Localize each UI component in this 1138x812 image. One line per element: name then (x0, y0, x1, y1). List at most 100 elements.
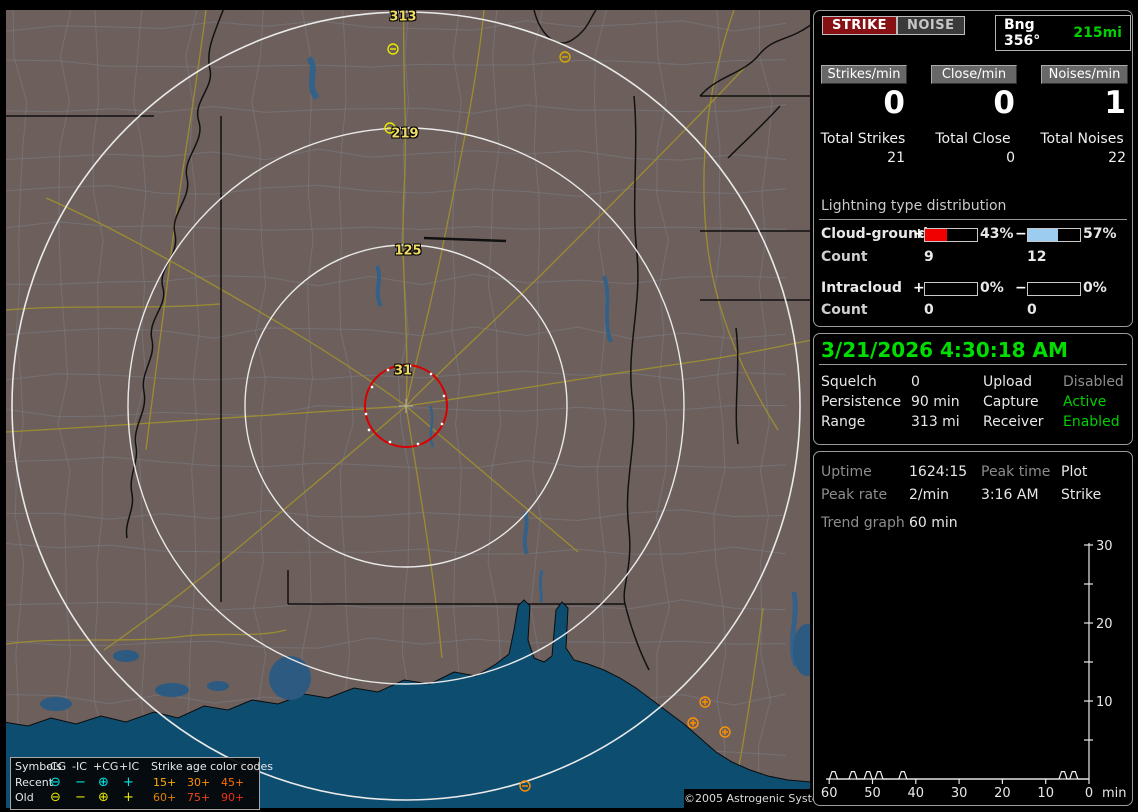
total-close-value: 0 (1006, 150, 1015, 166)
datetime-display: 3/21/2026 4:30:18 AM (821, 338, 1068, 362)
noise-dot (440, 422, 444, 426)
capture-label: Capture (983, 394, 1039, 410)
old-ncg-icon: ⊖ (50, 790, 61, 805)
ic-neg-count: 0 (1027, 302, 1037, 318)
map-legend: Symbols -CG -IC +CG +IC Strike age color… (10, 757, 273, 810)
trend-line (827, 771, 1089, 780)
total-noises-label: Total Noises (1040, 131, 1124, 147)
total-strikes-value: 21 (887, 150, 905, 166)
lightning-map[interactable]: 313 219 125 31 Symbols -CG -IC +CG +IC Stri… (6, 10, 835, 810)
total-strikes-label: Total Strikes (820, 131, 906, 147)
legend-row-recent: Recent (15, 776, 54, 789)
noise-toggle-button[interactable]: NOISE (897, 16, 965, 35)
cg-plus-sign: + (913, 226, 925, 242)
svg-text:10: 10 (1037, 786, 1054, 801)
strikes-per-min-value: 0 (883, 85, 905, 121)
legend-col-pcg: +CG (93, 760, 119, 773)
distribution-divider (819, 219, 1127, 220)
status-panel: 3/21/2026 4:30:18 AM Squelch 0 Upload Di… (813, 333, 1133, 445)
legend-col-ncg: -CG (46, 760, 67, 773)
map-canvas[interactable] (6, 10, 810, 808)
ic-pos-count: 0 (924, 302, 934, 318)
cg-neg-pct: 57% (1083, 226, 1117, 242)
ic-minus-sign: − (1015, 280, 1027, 296)
ic-neg-pct: 0% (1083, 280, 1107, 296)
svg-text:60: 60 (821, 786, 838, 801)
range-value: 313 mi (911, 414, 960, 430)
cg-neg-bar (1027, 228, 1081, 242)
noise-dot (364, 412, 368, 416)
old-pic-icon: + (123, 790, 134, 805)
legend-col-nic: -IC (72, 760, 87, 773)
noise-dot (386, 368, 390, 372)
svg-text:min: min (1102, 786, 1127, 801)
trend-panel: Uptime 1624:15 Peak time Plot Peak rate … (813, 451, 1133, 806)
copyright-notice: ©2005 Astrogenic Systems (684, 789, 835, 808)
noise-dot (367, 428, 371, 432)
datetime-divider (819, 364, 1127, 365)
ic-pos-bar (924, 282, 978, 296)
noise-dot (442, 394, 446, 398)
trend-graph-window: 60 min (909, 515, 958, 531)
ic-plus-sign: + (913, 280, 925, 296)
uptime-value: 1624:15 (909, 464, 968, 480)
capture-status: Active (1063, 394, 1107, 410)
plot-label: Plot (1061, 464, 1088, 480)
peak-time-label: Peak time (981, 464, 1051, 480)
noise-dot (429, 372, 433, 376)
range-label: Range (821, 414, 866, 430)
total-close-label: Total Close (935, 131, 1011, 147)
cloud-ground-label: Cloud-ground (821, 226, 928, 242)
persistence-value: 90 min (911, 394, 960, 410)
svg-text:20: 20 (1096, 617, 1113, 632)
legend-age-title: Strike age color codes (151, 760, 273, 773)
recent-ncg-icon: ⊖ (50, 775, 61, 790)
cg-neg-count: 12 (1027, 249, 1047, 265)
peak-time-value: 3:16 AM (981, 487, 1039, 503)
age-45: 45+ (221, 776, 245, 789)
bearing-distance: 215mi (1073, 25, 1122, 41)
svg-text:40: 40 (908, 786, 925, 801)
bearing-readout: Bng 356° 215mi (995, 15, 1131, 51)
legend-row-old: Old (15, 791, 34, 804)
receiver-label: Receiver (983, 414, 1044, 430)
close-per-min-label: Close/min (931, 65, 1017, 84)
age-75: 75+ (187, 791, 211, 804)
svg-text:30: 30 (951, 786, 968, 801)
squelch-value: 0 (911, 374, 920, 390)
age-30: 30+ (187, 776, 211, 789)
age-90: 90+ (221, 791, 245, 804)
noises-per-min-label: Noises/min (1041, 65, 1128, 84)
total-noises-value: 22 (1108, 150, 1126, 166)
persistence-label: Persistence (821, 394, 902, 410)
recent-pic-icon: + (123, 775, 134, 790)
legend-col-pic: +IC (119, 760, 140, 773)
strikes-per-min-label: Strikes/min (821, 65, 907, 84)
age-60: 60+ (153, 791, 177, 804)
strike-toggle-button[interactable]: STRIKE (822, 16, 898, 35)
old-pcg-icon: ⊕ (98, 790, 109, 805)
noise-dot (408, 364, 412, 368)
svg-text:0: 0 (1085, 786, 1093, 801)
counters-panel: STRIKE NOISE Bng 356° 215mi Strikes/min … (813, 10, 1133, 327)
cg-pos-count: 9 (924, 249, 934, 265)
cg-minus-sign: − (1015, 226, 1027, 242)
plot-value: Strike (1061, 487, 1102, 503)
noises-per-min-value: 1 (1104, 85, 1126, 121)
close-per-min-value: 0 (993, 85, 1015, 121)
cg-pos-pct: 43% (980, 226, 1014, 242)
noise-dot (388, 440, 392, 444)
app-window: 313 219 125 31 Symbols -CG -IC +CG +IC Stri… (0, 0, 1138, 812)
squelch-label: Squelch (821, 374, 877, 390)
noise-dot (370, 385, 374, 389)
ic-count-label: Count (821, 302, 868, 318)
bearing-label: Bng 356° (1004, 17, 1041, 49)
trend-graph-label: Trend graph (821, 515, 905, 531)
ic-pos-pct: 0% (980, 280, 1004, 296)
age-15: 15+ (153, 776, 177, 789)
uptime-label: Uptime (821, 464, 872, 480)
svg-text:10: 10 (1096, 695, 1113, 710)
svg-text:20: 20 (994, 786, 1011, 801)
receiver-status: Enabled (1063, 414, 1120, 430)
svg-text:50: 50 (864, 786, 881, 801)
